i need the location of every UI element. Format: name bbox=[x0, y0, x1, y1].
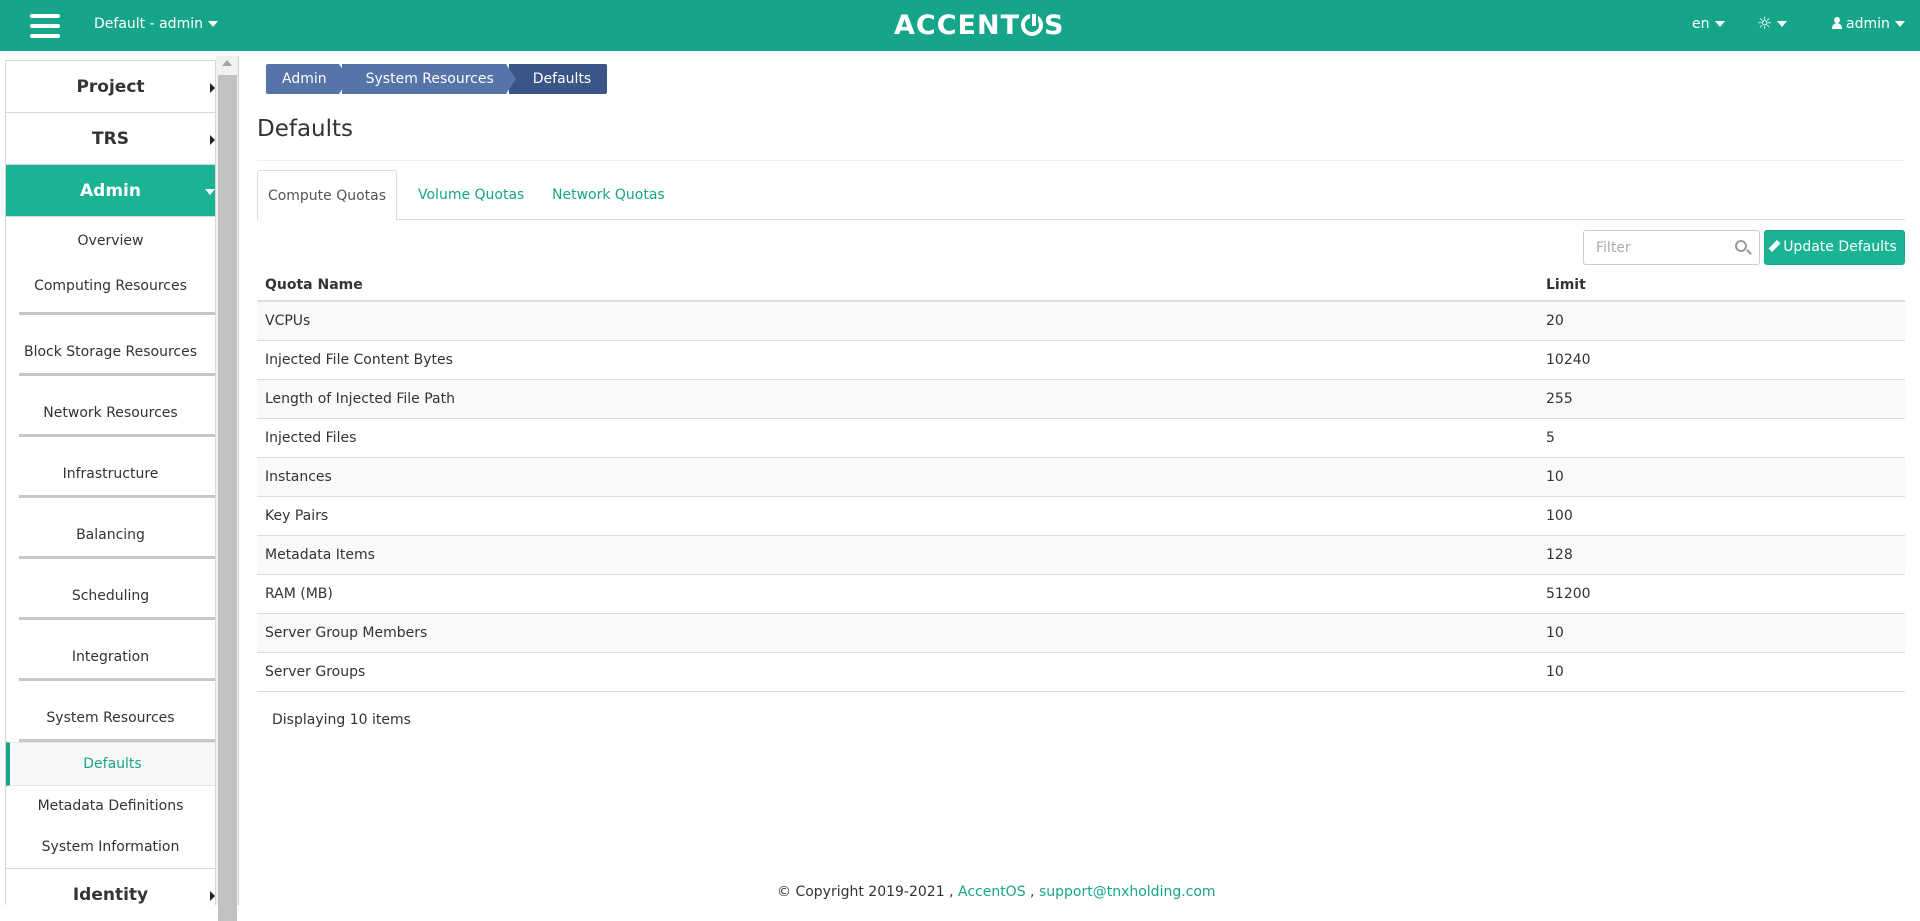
support-email-link[interactable]: support@tnxholding.com bbox=[1039, 884, 1216, 900]
menu-toggle-icon[interactable] bbox=[30, 14, 60, 38]
sidebar: Project TRS Admin Overview Computing Res… bbox=[5, 60, 216, 905]
sidebar-item-system-information[interactable]: System Information bbox=[6, 827, 215, 868]
breadcrumb: Admin System Resources Defaults bbox=[266, 64, 610, 94]
table-row: RAM (MB) 51200 bbox=[257, 574, 1905, 614]
quota-name-cell: VCPUs bbox=[257, 301, 1538, 341]
chevron-down-icon bbox=[1777, 21, 1788, 27]
sidebar-group-balancing[interactable]: Balancing bbox=[6, 498, 215, 559]
sidebar-group-infrastructure[interactable]: Infrastructure bbox=[6, 437, 215, 498]
filter-box bbox=[1583, 230, 1760, 265]
table-row: Server Groups 10 bbox=[257, 652, 1905, 692]
language-switcher[interactable]: en bbox=[1692, 16, 1725, 32]
sidebar-group-scheduling[interactable]: Scheduling bbox=[6, 559, 215, 620]
sidebar-group-integration[interactable]: Integration bbox=[6, 620, 215, 681]
column-header-limit: Limit bbox=[1538, 269, 1905, 302]
user-menu[interactable]: admin bbox=[1832, 16, 1905, 32]
sidebar-item-defaults[interactable]: Defaults bbox=[6, 742, 215, 786]
brand-logo: ACCENT S bbox=[894, 10, 1065, 41]
breadcrumb-admin[interactable]: Admin bbox=[266, 64, 349, 94]
table-row: Metadata Items 128 bbox=[257, 535, 1905, 575]
quota-limit-cell: 255 bbox=[1538, 379, 1905, 419]
chevron-down-icon bbox=[207, 21, 218, 27]
theme-switcher[interactable]: ☼ bbox=[1757, 14, 1788, 34]
language-label: en bbox=[1692, 16, 1710, 32]
title-divider bbox=[257, 160, 1905, 161]
quota-name-cell: Instances bbox=[257, 457, 1538, 497]
quota-table: Quota Name Limit VCPUs 20 Injected File C… bbox=[257, 269, 1905, 692]
chevron-down-icon bbox=[205, 189, 215, 195]
quota-name-cell: Injected File Content Bytes bbox=[257, 340, 1538, 380]
sidebar-group-computing-resources[interactable]: Computing Resources bbox=[6, 266, 215, 315]
sidebar-group-system-resources[interactable]: System Resources bbox=[6, 681, 215, 742]
project-switcher-label: Default - admin bbox=[94, 16, 203, 32]
quota-name-cell: Metadata Items bbox=[257, 535, 1538, 575]
update-defaults-button[interactable]: Update Defaults bbox=[1764, 230, 1905, 265]
table-row: Server Group Members 10 bbox=[257, 613, 1905, 653]
table-row: VCPUs 20 bbox=[257, 301, 1905, 341]
user-icon bbox=[1832, 17, 1842, 29]
user-name: admin bbox=[1846, 16, 1890, 32]
quota-limit-cell: 100 bbox=[1538, 496, 1905, 536]
table-row: Injected File Content Bytes 10240 bbox=[257, 340, 1905, 380]
power-icon bbox=[1020, 12, 1043, 36]
quota-limit-cell: 51200 bbox=[1538, 574, 1905, 614]
sidebar-item-metadata-definitions[interactable]: Metadata Definitions bbox=[6, 786, 215, 827]
table-row: Injected Files 5 bbox=[257, 418, 1905, 458]
copyright-text: © Copyright 2019-2021 , bbox=[777, 884, 954, 900]
scroll-up-icon[interactable] bbox=[222, 60, 232, 66]
table-header-row: Quota Name Limit bbox=[257, 269, 1905, 302]
page-title: Defaults bbox=[257, 116, 354, 142]
sidebar-item-overview[interactable]: Overview bbox=[6, 217, 215, 266]
quota-name-cell: Server Groups bbox=[257, 652, 1538, 692]
chevron-right-icon bbox=[210, 891, 215, 901]
quota-tabs: Compute Quotas Volume Quotas Network Quo… bbox=[257, 170, 1905, 221]
quota-limit-cell: 128 bbox=[1538, 535, 1905, 575]
scrollbar-thumb[interactable] bbox=[218, 75, 237, 921]
quota-name-cell: Injected Files bbox=[257, 418, 1538, 458]
sidebar-group-block-storage[interactable]: Block Storage Resources bbox=[6, 315, 215, 376]
accentos-link[interactable]: AccentOS bbox=[958, 884, 1026, 900]
chevron-right-icon bbox=[210, 83, 215, 93]
sidebar-section-trs[interactable]: TRS bbox=[6, 113, 215, 165]
copyright-footer: © Copyright 2019-2021 , AccentOS , suppo… bbox=[777, 884, 1216, 900]
chevron-down-icon bbox=[1894, 21, 1905, 27]
tab-compute-quotas[interactable]: Compute Quotas bbox=[257, 170, 397, 221]
quota-limit-cell: 10 bbox=[1538, 652, 1905, 692]
quota-name-cell: RAM (MB) bbox=[257, 574, 1538, 614]
quota-limit-cell: 10 bbox=[1538, 457, 1905, 497]
table-row: Length of Injected File Path 255 bbox=[257, 379, 1905, 419]
chevron-down-icon bbox=[1714, 21, 1725, 27]
quota-name-cell: Length of Injected File Path bbox=[257, 379, 1538, 419]
copyright-separator: , bbox=[1030, 884, 1035, 900]
table-row: Instances 10 bbox=[257, 457, 1905, 497]
quota-limit-cell: 20 bbox=[1538, 301, 1905, 341]
tab-volume-quotas[interactable]: Volume Quotas bbox=[418, 170, 524, 221]
filter-input[interactable] bbox=[1584, 231, 1724, 264]
column-header-quota-name: Quota Name bbox=[257, 269, 1538, 302]
breadcrumb-defaults: Defaults bbox=[508, 64, 608, 94]
sun-icon: ☼ bbox=[1757, 14, 1773, 34]
sidebar-section-admin[interactable]: Admin bbox=[6, 165, 215, 217]
top-navbar: Default - admin ACCENT S en ☼ admin bbox=[0, 0, 1920, 51]
quota-limit-cell: 10240 bbox=[1538, 340, 1905, 380]
items-count: Displaying 10 items bbox=[272, 712, 411, 728]
chevron-right-icon bbox=[210, 135, 215, 145]
tab-network-quotas[interactable]: Network Quotas bbox=[552, 170, 665, 221]
quota-name-cell: Key Pairs bbox=[257, 496, 1538, 536]
table-row: Key Pairs 100 bbox=[257, 496, 1905, 536]
quota-name-cell: Server Group Members bbox=[257, 613, 1538, 653]
update-defaults-label: Update Defaults bbox=[1783, 239, 1897, 255]
breadcrumb-system-resources[interactable]: System Resources bbox=[341, 64, 516, 94]
sidebar-group-network-resources[interactable]: Network Resources bbox=[6, 376, 215, 437]
pencil-icon bbox=[1768, 239, 1781, 253]
sidebar-section-identity[interactable]: Identity bbox=[6, 868, 215, 905]
sidebar-section-project[interactable]: Project bbox=[6, 61, 215, 113]
sidebar-scrollbar[interactable] bbox=[216, 56, 239, 921]
search-icon[interactable] bbox=[1735, 240, 1747, 252]
quota-limit-cell: 10 bbox=[1538, 613, 1905, 653]
project-switcher[interactable]: Default - admin bbox=[94, 16, 218, 32]
quota-limit-cell: 5 bbox=[1538, 418, 1905, 458]
